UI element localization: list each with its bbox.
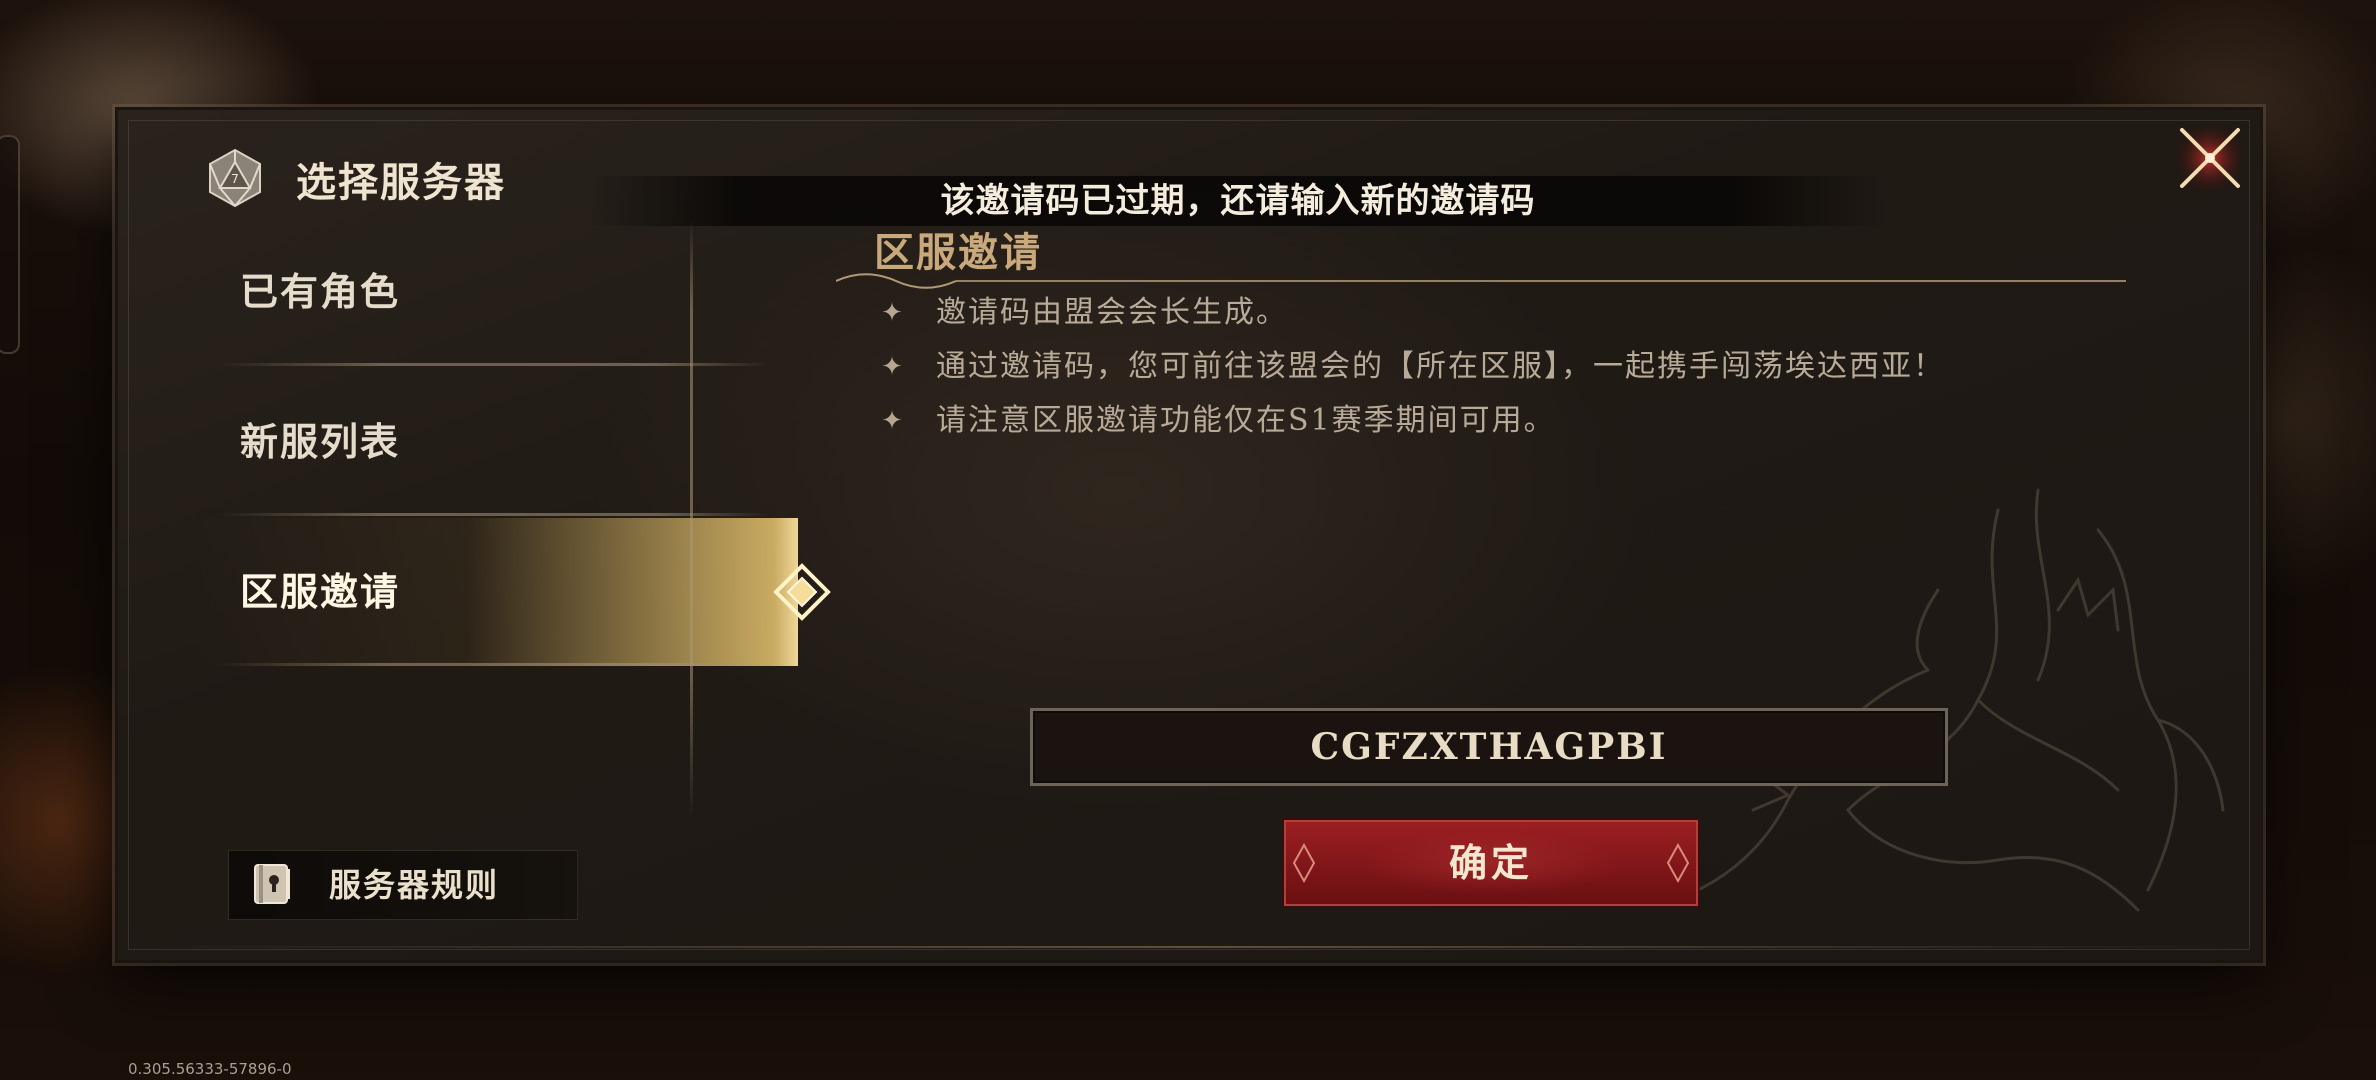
- invite-info-list: ✦ 邀请码由盟会会长生成。 ✦ 通过邀请码，您可前往该盟会的【所在区服】，一起携…: [878, 290, 2178, 452]
- dialog-title: 选择服务器: [296, 159, 506, 206]
- invite-code-input[interactable]: CGFZXTHAGPBI: [1030, 708, 1948, 786]
- sidebar-item-label: 新服列表: [240, 419, 401, 464]
- four-point-star-icon: ✦: [881, 406, 905, 436]
- confirm-button[interactable]: 确定: [1284, 820, 1698, 906]
- sidebar-divider: [218, 513, 768, 516]
- svg-text:7: 7: [231, 172, 239, 186]
- server-rules-button[interactable]: 服务器规则: [228, 850, 578, 920]
- edge-handle[interactable]: [0, 135, 20, 354]
- panel-bottom-divider: [138, 946, 2240, 948]
- list-item: ✦ 通过邀请码，您可前往该盟会的【所在区服】，一起携手闯荡埃达西亚！: [878, 344, 2096, 390]
- bullet-text: 请注意区服邀请功能仅在S1赛季期间可用。: [936, 403, 1556, 438]
- selected-indicator-icon: [773, 563, 831, 621]
- sidebar-divider: [218, 663, 768, 666]
- sidebar-item-label: 已有角色: [240, 269, 401, 314]
- invite-code-value: CGFZXTHAGPBI: [1310, 726, 1668, 768]
- sidebar-item-new-servers[interactable]: 新服列表: [198, 368, 798, 516]
- ornament-right-icon: [1666, 843, 1690, 883]
- sidebar-divider: [218, 363, 768, 366]
- sidebar-item-label: 区服邀请: [240, 569, 401, 614]
- sidebar-item-existing-characters[interactable]: 已有角色: [198, 218, 798, 366]
- list-item: ✦ 邀请码由盟会会长生成。: [878, 290, 2096, 336]
- four-point-star-icon: ✦: [881, 352, 905, 382]
- dragon-decoration-icon: [1696, 488, 2225, 912]
- close-button[interactable]: [2170, 118, 2250, 198]
- section-divider: [836, 273, 2126, 289]
- bullet-text: 通过邀请码，您可前往该盟会的【所在区服】，一起携手闯荡埃达西亚！: [936, 349, 1945, 384]
- sidebar-item-server-invite[interactable]: 区服邀请: [198, 518, 831, 666]
- four-point-star-icon: ✦: [881, 298, 905, 328]
- rulebook-lock-icon: [254, 864, 290, 904]
- server-rules-label: 服务器规则: [329, 866, 500, 904]
- sidebar-separator: [690, 220, 693, 820]
- close-x-icon: [2174, 122, 2246, 194]
- sidebar: 已有角色 新服列表 区服邀请: [198, 218, 831, 818]
- list-item: ✦ 请注意区服邀请功能仅在S1赛季期间可用。: [878, 398, 2096, 444]
- d20-dice-icon: 7: [209, 148, 261, 208]
- server-select-dialog: 7 选择服务器 该邀请码已过期，还请输入新的邀请码 已有角色 新服列表 区服邀请…: [118, 110, 2260, 960]
- version-text: 0.305.56333-57896-0: [128, 1060, 292, 1078]
- confirm-label: 确定: [1448, 840, 1533, 885]
- bullet-text: 邀请码由盟会会长生成。: [936, 295, 1288, 330]
